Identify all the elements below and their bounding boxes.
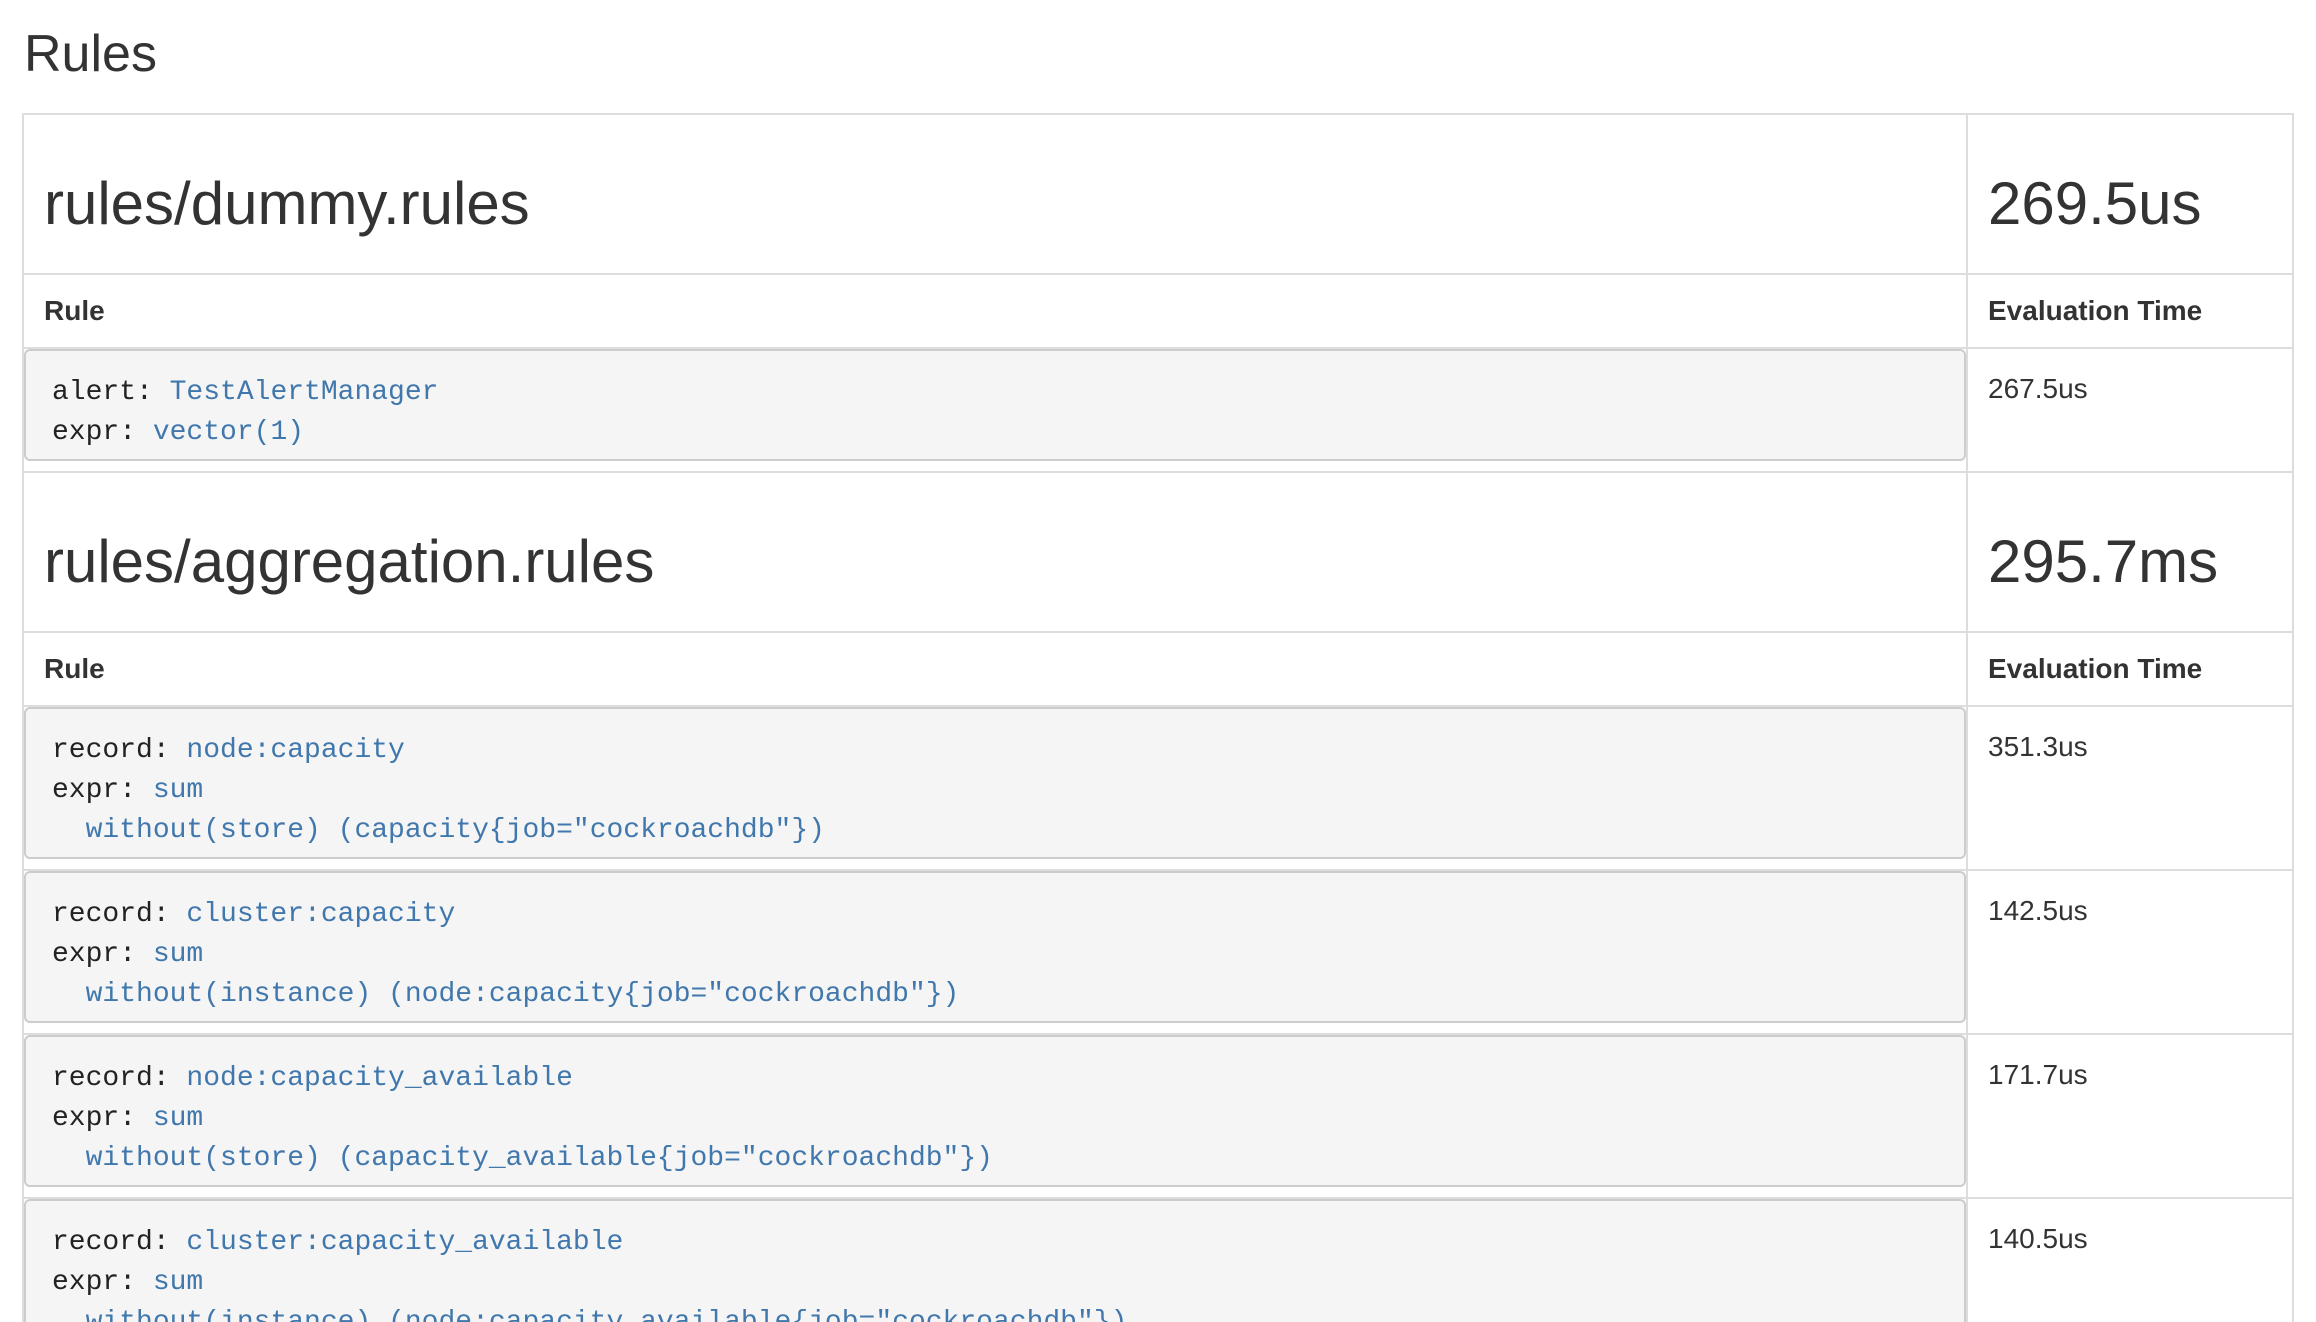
rule-eval-time: 267.5us bbox=[1967, 348, 2293, 472]
rule-key-text bbox=[52, 815, 86, 846]
rules-table-body: rules/dummy.rules269.5usRuleEvaluation T… bbox=[23, 114, 2293, 1322]
rule-definition: record: cluster:capacity_available expr:… bbox=[24, 1199, 1966, 1322]
rule-column-header: Rule bbox=[23, 274, 1967, 348]
rule-key-text bbox=[52, 1307, 86, 1322]
eval-time-column-header: Evaluation Time bbox=[1967, 274, 2293, 348]
rule-expression-link[interactable]: without(store) (capacity{job="cockroachd… bbox=[86, 815, 825, 846]
rule-eval-time: 140.5us bbox=[1967, 1198, 2293, 1322]
rule-cell: alert: TestAlertManager expr: vector(1) bbox=[23, 348, 1967, 472]
rule-key-text: record: bbox=[52, 735, 186, 766]
rule-expression-link[interactable]: cluster:capacity bbox=[186, 899, 455, 930]
rule-column-header: Rule bbox=[23, 632, 1967, 706]
column-header-row: RuleEvaluation Time bbox=[23, 632, 2293, 706]
rule-group-name-cell: rules/aggregation.rules bbox=[23, 472, 1967, 632]
rule-key-text: expr: bbox=[52, 939, 153, 970]
rule-row: record: node:capacity expr: sum without(… bbox=[23, 706, 2293, 870]
rule-expression-link[interactable]: vector(1) bbox=[153, 417, 304, 448]
rule-group-name: rules/dummy.rules bbox=[44, 171, 1946, 237]
rule-expression-link[interactable]: TestAlertManager bbox=[170, 377, 439, 408]
rule-expression-link[interactable]: sum bbox=[153, 1267, 203, 1298]
rule-cell: record: cluster:capacity_available expr:… bbox=[23, 1198, 1967, 1322]
rule-expression-link[interactable]: without(instance) (node:capacity_availab… bbox=[86, 1307, 1128, 1322]
rule-key-text: expr: bbox=[52, 1267, 153, 1298]
rule-key-text: record: bbox=[52, 899, 186, 930]
rule-expression-link[interactable]: sum bbox=[153, 939, 203, 970]
rule-group-header-row: rules/aggregation.rules 295.7ms bbox=[23, 472, 2293, 632]
rule-key-text: alert: bbox=[52, 377, 170, 408]
rule-row: record: cluster:capacity expr: sum witho… bbox=[23, 870, 2293, 1034]
rule-key-text: record: bbox=[52, 1063, 186, 1094]
rule-expression-link[interactable]: node:capacity bbox=[186, 735, 404, 766]
page-container: Rules rules/dummy.rules269.5usRuleEvalua… bbox=[0, 26, 2316, 1322]
rule-group-eval-time: 269.5us bbox=[1988, 171, 2272, 237]
rule-row: alert: TestAlertManager expr: vector(1)2… bbox=[23, 348, 2293, 472]
rule-group-eval-time: 295.7ms bbox=[1988, 529, 2272, 595]
rule-eval-time: 171.7us bbox=[1967, 1034, 2293, 1198]
rule-definition: alert: TestAlertManager expr: vector(1) bbox=[24, 349, 1966, 461]
rule-expression-link[interactable]: node:capacity_available bbox=[186, 1063, 572, 1094]
rule-group-name: rules/aggregation.rules bbox=[44, 529, 1946, 595]
rule-eval-time: 142.5us bbox=[1967, 870, 2293, 1034]
rule-group-eval-time-cell: 269.5us bbox=[1967, 114, 2293, 274]
rule-row: record: cluster:capacity_available expr:… bbox=[23, 1198, 2293, 1322]
rule-key-text: expr: bbox=[52, 417, 153, 448]
rule-row: record: node:capacity_available expr: su… bbox=[23, 1034, 2293, 1198]
rule-group-eval-time-cell: 295.7ms bbox=[1967, 472, 2293, 632]
rule-cell: record: cluster:capacity expr: sum witho… bbox=[23, 870, 1967, 1034]
rule-eval-time: 351.3us bbox=[1967, 706, 2293, 870]
rule-expression-link[interactable]: sum bbox=[153, 775, 203, 806]
page-title: Rules bbox=[24, 26, 2294, 83]
rule-definition: record: node:capacity_available expr: su… bbox=[24, 1035, 1966, 1187]
rule-expression-link[interactable]: cluster:capacity_available bbox=[186, 1227, 623, 1258]
rule-group-name-cell: rules/dummy.rules bbox=[23, 114, 1967, 274]
rule-key-text: record: bbox=[52, 1227, 186, 1258]
rule-cell: record: node:capacity_available expr: su… bbox=[23, 1034, 1967, 1198]
rule-key-text: expr: bbox=[52, 775, 153, 806]
rule-expression-link[interactable]: sum bbox=[153, 1103, 203, 1134]
rule-key-text bbox=[52, 1143, 86, 1174]
rule-expression-link[interactable]: without(instance) (node:capacity{job="co… bbox=[86, 979, 960, 1010]
eval-time-column-header: Evaluation Time bbox=[1967, 632, 2293, 706]
rules-table: rules/dummy.rules269.5usRuleEvaluation T… bbox=[22, 113, 2294, 1322]
rule-key-text: expr: bbox=[52, 1103, 153, 1134]
rule-definition: record: cluster:capacity expr: sum witho… bbox=[24, 871, 1966, 1023]
rule-expression-link[interactable]: without(store) (capacity_available{job="… bbox=[86, 1143, 993, 1174]
rule-key-text bbox=[52, 979, 86, 1010]
column-header-row: RuleEvaluation Time bbox=[23, 274, 2293, 348]
rule-group-header-row: rules/dummy.rules 269.5us bbox=[23, 114, 2293, 274]
rule-definition: record: node:capacity expr: sum without(… bbox=[24, 707, 1966, 859]
rule-cell: record: node:capacity expr: sum without(… bbox=[23, 706, 1967, 870]
